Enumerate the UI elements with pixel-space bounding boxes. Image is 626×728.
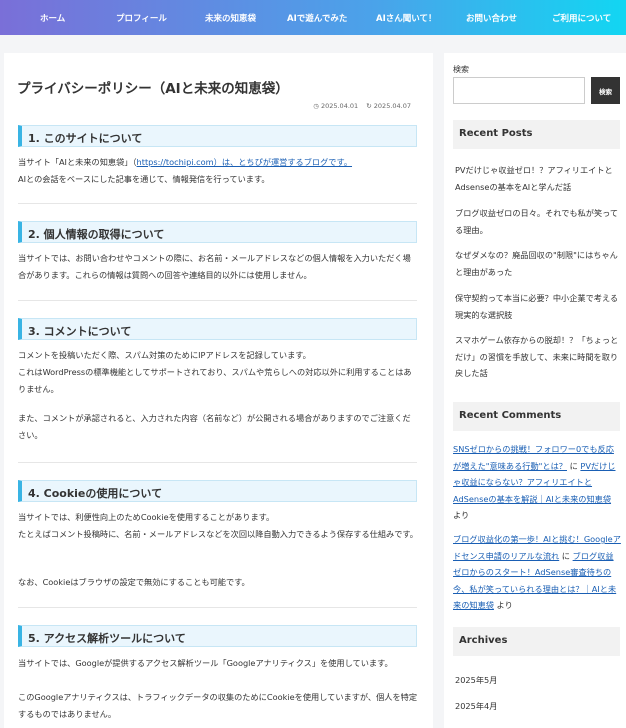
- nav-profile[interactable]: プロフィール: [116, 12, 167, 24]
- section-text: 当サイト「AIと未来の知恵袋」（https://tochipi.com）は、とち…: [18, 157, 353, 184]
- divider: [18, 462, 417, 463]
- section-text: これはWordPressの標準機能としてサポートされており、スパムや荒らしへの対…: [18, 367, 412, 394]
- refresh-icon: ↻: [366, 102, 372, 110]
- section-heading: 3. コメントについて: [18, 318, 417, 340]
- search-input[interactable]: [453, 77, 585, 104]
- recent-post-link[interactable]: PVだけじゃ収益ゼロ！？アフィリエイトとAdsenseの基本をAIと学んだ話: [455, 162, 621, 195]
- post-dates: ◷ 2025.04.01 ↻ 2025.04.07: [307, 102, 411, 110]
- archives-heading: Archives: [453, 627, 620, 656]
- divider: [18, 607, 417, 608]
- recent-comment: SNSゼロからの挑戦！フォロワー0でも反応が増えた"意味ある行動"とは？ に P…: [453, 444, 616, 520]
- nav-terms[interactable]: ご利用について: [552, 12, 611, 24]
- site-url-link[interactable]: https://tochipi.com）は、とちぴが運営するブログです。: [137, 157, 352, 167]
- archive-link[interactable]: 2025年5月: [455, 674, 497, 686]
- section-text: 当サイトでは、利便性向上のためCookieを使用することがあります。: [18, 512, 275, 522]
- section-text: コメントを投稿いただく際、スパム対策のためにIPアドレスを記録しています。: [18, 350, 311, 360]
- section-text: なお、Cookieはブラウザの設定で無効にすることも可能です。: [18, 577, 250, 587]
- nav-ai-play[interactable]: AIで遊んでみた: [287, 12, 347, 24]
- section-heading: 5. アクセス解析ツールについて: [18, 625, 417, 647]
- search-button[interactable]: 検索: [591, 77, 620, 104]
- clock-icon: ◷: [313, 102, 319, 110]
- divider: [18, 203, 417, 204]
- section-text: 当サイトでは、Googleが提供するアクセス解析ツール「Googleアナリティク…: [18, 658, 393, 668]
- search-label: 検索: [453, 65, 469, 74]
- recent-posts-heading: Recent Posts: [453, 120, 620, 149]
- divider: [18, 300, 417, 301]
- page-title: プライバシーポリシー（AIと未来の知恵袋）: [17, 81, 289, 97]
- section-heading: 1. このサイトについて: [18, 125, 417, 147]
- nav-future-chiebukuro[interactable]: 未来の知恵袋: [205, 12, 256, 24]
- recent-post-link[interactable]: 保守契約って本当に必要？中小企業で考える現実的な選択肢: [455, 290, 621, 323]
- recent-post-link[interactable]: スマホゲーム依存からの脱却！？「ちょっとだけ」の習慣を手放して、未来に時間を取り…: [455, 332, 621, 382]
- recent-post-link[interactable]: なぜダメなの？廃品回収の"制限"にはちゃんと理由があった: [455, 247, 621, 280]
- global-nav: ホーム プロフィール 未来の知恵袋 AIで遊んでみた AIさん聞いて！ お問い合…: [0, 0, 626, 35]
- published-date: 2025.04.01: [320, 102, 359, 110]
- section-text: 当サイトでは、お問い合わせやコメントの際に、お名前・メールアドレスなどの個人情報…: [18, 253, 411, 280]
- article: プライバシーポリシー（AIと未来の知恵袋） ◷ 2025.04.01 ↻ 202…: [4, 53, 433, 728]
- recent-post-link[interactable]: ブログ収益ゼロの日々。それでも私が笑ってる理由。: [455, 205, 621, 238]
- section-text: このGoogleアナリティクスは、トラフィックデータの収集のためにCookieを…: [18, 692, 418, 719]
- nav-ask-ai[interactable]: AIさん聞いて！: [376, 12, 437, 24]
- nav-home[interactable]: ホーム: [40, 12, 65, 24]
- updated-date: 2025.04.07: [373, 102, 411, 110]
- archive-link[interactable]: 2025年4月: [455, 700, 497, 712]
- recent-comments-heading: Recent Comments: [453, 402, 620, 431]
- section-heading: 4. Cookieの使用について: [18, 480, 417, 502]
- recent-comment: ブログ収益化の第一歩！AIと挑む！Googleアドセンス申請のリアルな流れ に …: [453, 534, 621, 610]
- section-text: また、コメントが承認されると、入力された内容（名前など）が公開される場合がありま…: [18, 413, 411, 440]
- section-text: たとえばコメント投稿時に、名前・メールアドレスなどを次回以降自動入力できるよう保…: [18, 529, 418, 539]
- nav-contact[interactable]: お問い合わせ: [466, 12, 517, 24]
- section-heading: 2. 個人情報の取得について: [18, 221, 417, 243]
- sidebar: 検索 検索 Recent Posts PVだけじゃ収益ゼロ！？アフィリエイトとA…: [444, 53, 626, 728]
